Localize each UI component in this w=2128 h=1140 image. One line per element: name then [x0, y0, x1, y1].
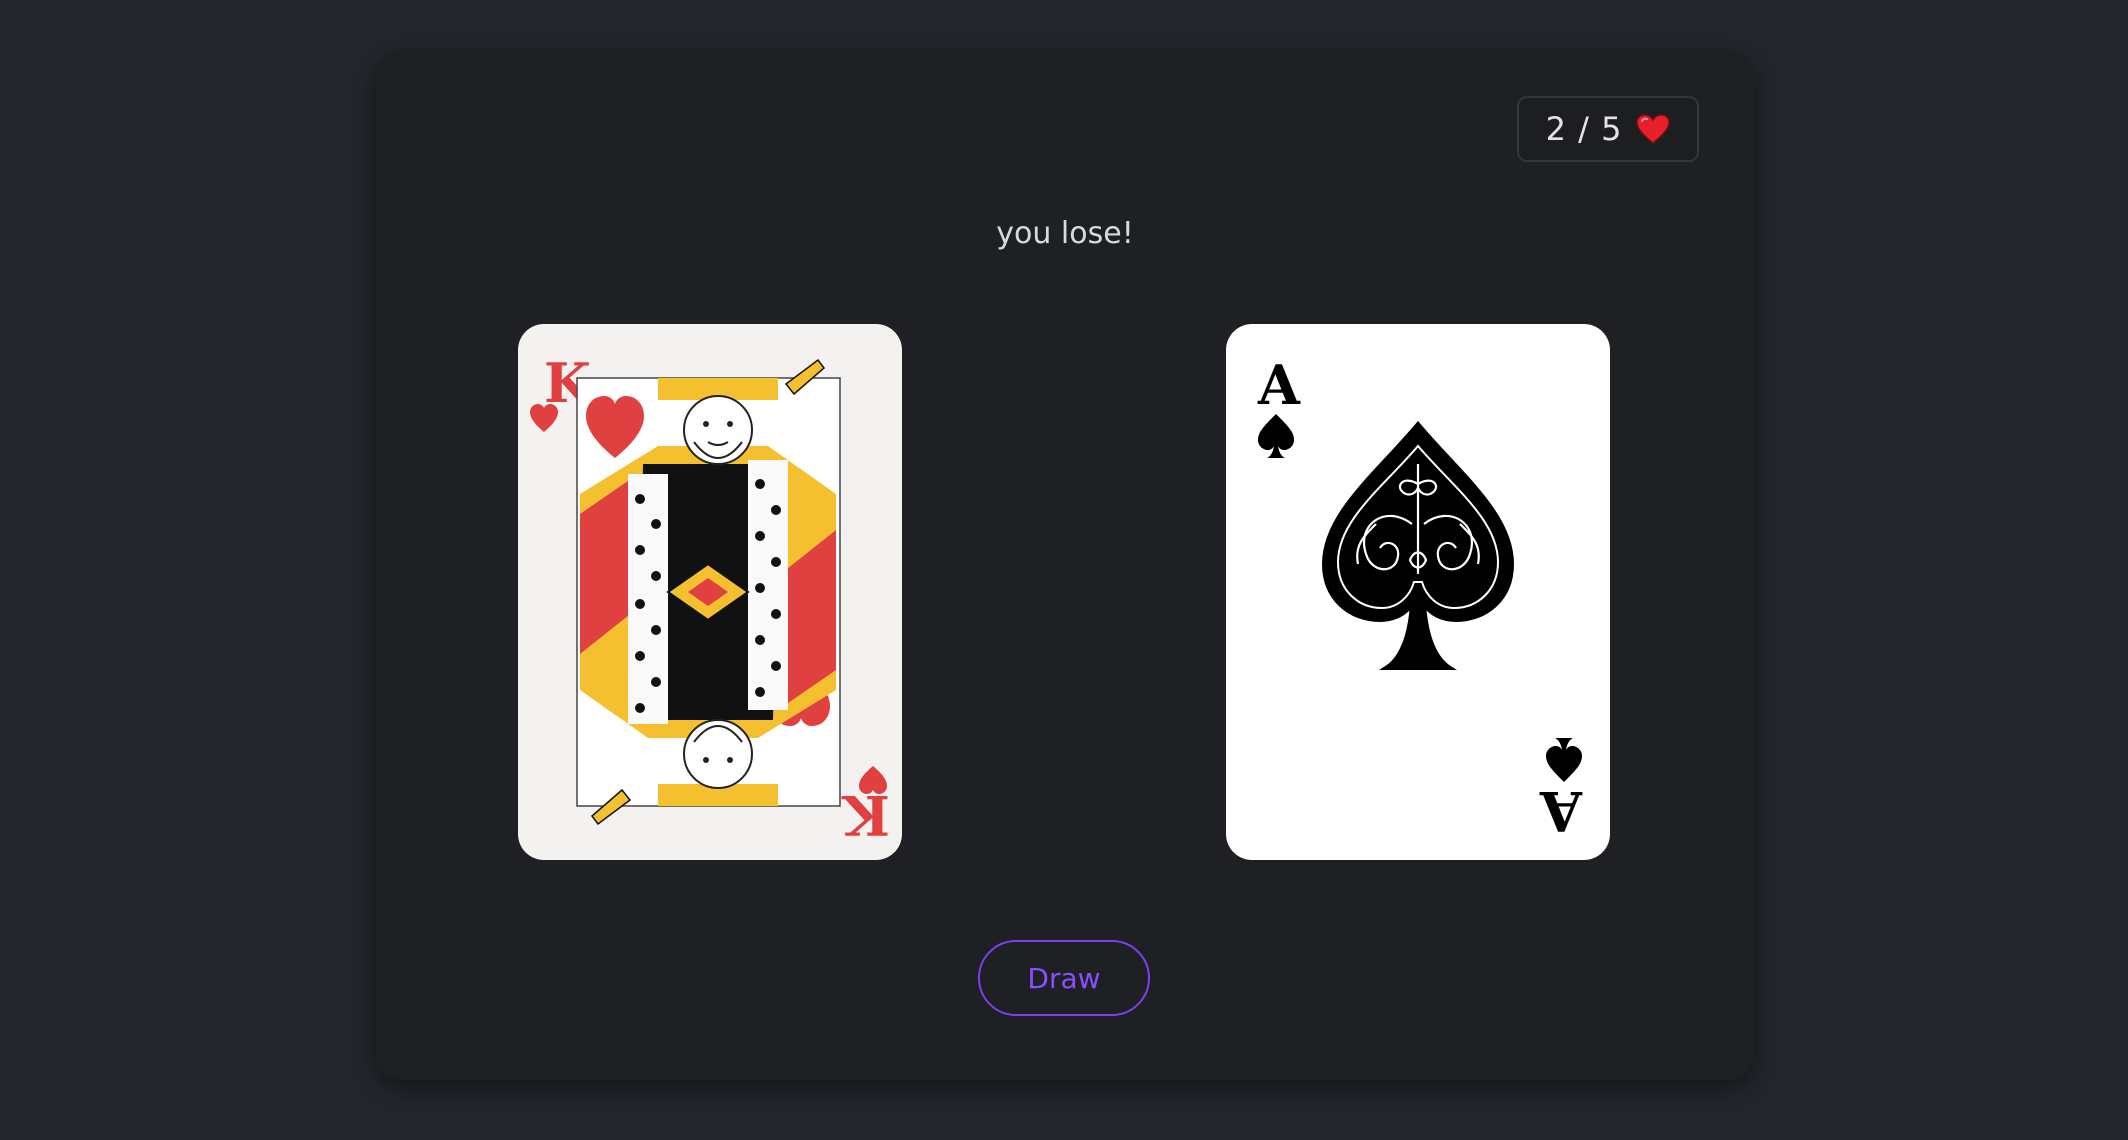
lives-separator: /: [1578, 110, 1590, 148]
heart-icon: [1636, 114, 1671, 144]
game-panel: 2 / 5 you lose! K K A A Draw: [376, 50, 1754, 1080]
dealer-card-rank-top: A: [1257, 353, 1301, 417]
dealer-card: A A: [1226, 324, 1610, 860]
spade-icon: [1258, 414, 1294, 458]
heart-icon: [859, 766, 887, 794]
heart-icon: [530, 404, 558, 432]
player-card: K K: [518, 324, 902, 860]
draw-button[interactable]: Draw: [978, 940, 1150, 1016]
king-of-hearts-card: K K: [530, 351, 890, 847]
lives-current: 2: [1545, 110, 1567, 148]
ace-of-spades-card: A A: [1257, 353, 1583, 843]
result-message: you lose!: [996, 216, 1134, 251]
lives-counter: 2 / 5: [1517, 96, 1699, 162]
dealer-card-rank-bottom: A: [1539, 779, 1583, 843]
lives-text: 2 / 5: [1546, 110, 1623, 148]
king-court-illustration: [576, 358, 841, 826]
spade-icon: [1546, 738, 1582, 782]
lives-max: 5: [1601, 110, 1623, 148]
large-spade-icon: [1321, 420, 1515, 670]
